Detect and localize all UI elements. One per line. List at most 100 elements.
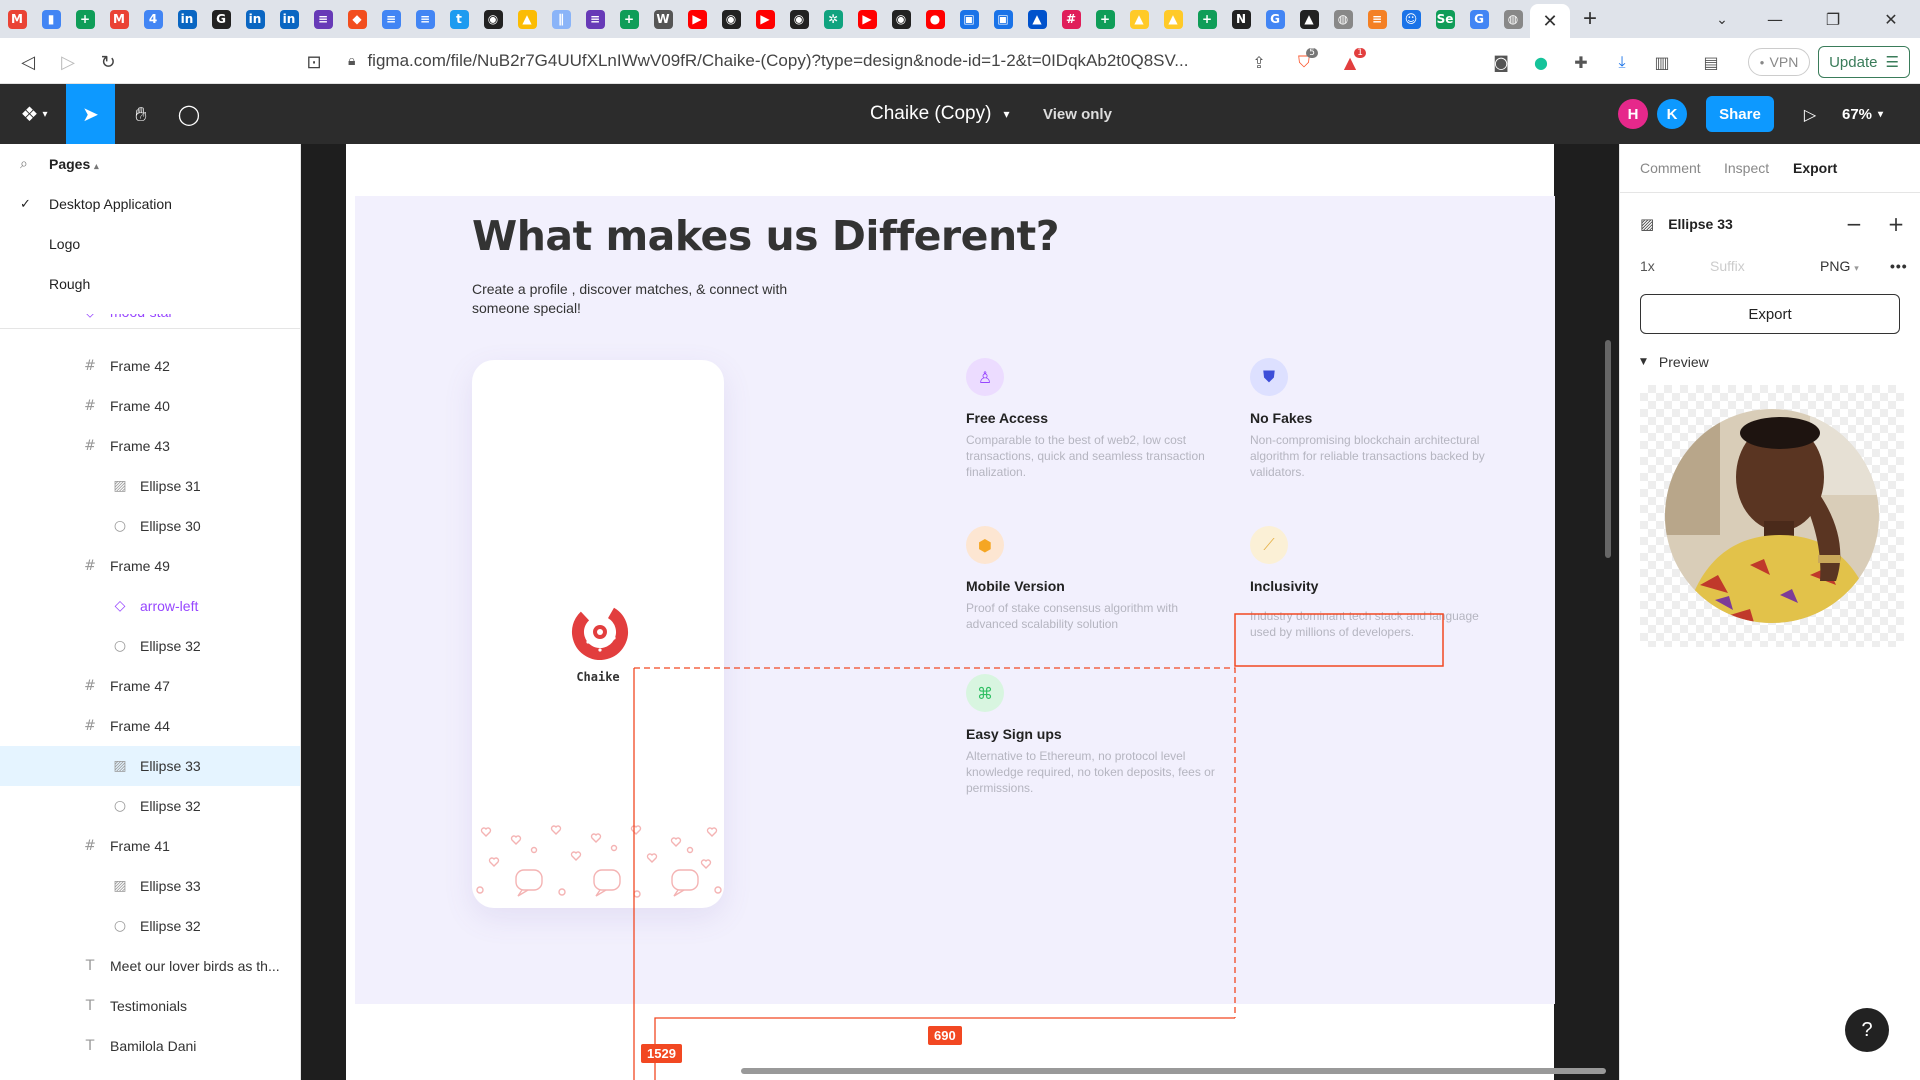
- avatar[interactable]: K: [1657, 99, 1687, 129]
- file-title[interactable]: Chaike (Copy) ▾: [870, 84, 1009, 144]
- browser-tab[interactable]: in: [170, 0, 204, 38]
- url-text[interactable]: figma.com/file/NuB2r7G4UUfXLnIWwV09fR/Ch…: [367, 51, 1247, 71]
- search-icon[interactable]: ⌕: [20, 156, 28, 172]
- layer-row[interactable]: # Frame 41: [0, 826, 300, 866]
- avatar[interactable]: H: [1618, 99, 1648, 129]
- layer-row[interactable]: ◇ arrow-left: [0, 586, 300, 626]
- layer-row[interactable]: # Frame 40: [0, 386, 300, 426]
- tab-search-dropdown[interactable]: ⌄: [1702, 0, 1742, 38]
- layer-row[interactable]: # Frame 42: [0, 346, 300, 386]
- layer-row[interactable]: ▨ Ellipse 33: [0, 746, 300, 786]
- layer-row[interactable]: ○ Ellipse 32: [0, 786, 300, 826]
- browser-tab[interactable]: ▣: [952, 0, 986, 38]
- camera-icon[interactable]: ◙: [1487, 48, 1515, 76]
- feature-card[interactable]: ⟋ Inclusivity Industry dominant tech stack…: [1250, 526, 1500, 640]
- browser-tab[interactable]: ≡: [374, 0, 408, 38]
- page-item[interactable]: Rough: [0, 264, 300, 304]
- browser-tab[interactable]: ▲: [1122, 0, 1156, 38]
- browser-tab[interactable]: ☺: [1394, 0, 1428, 38]
- browser-tab[interactable]: +: [612, 0, 646, 38]
- browser-tab[interactable]: +: [1190, 0, 1224, 38]
- layer-row[interactable]: ○ Ellipse 32: [0, 906, 300, 946]
- new-tab-button[interactable]: +: [1570, 0, 1610, 38]
- browser-tab[interactable]: t: [442, 0, 476, 38]
- browser-tab[interactable]: W: [646, 0, 680, 38]
- browser-tab[interactable]: N: [1224, 0, 1258, 38]
- grammarly-icon[interactable]: ●: [1527, 48, 1555, 76]
- browser-tab[interactable]: ▶: [748, 0, 782, 38]
- help-button[interactable]: ?: [1845, 1008, 1889, 1052]
- browser-tab[interactable]: ●: [918, 0, 952, 38]
- layer-row[interactable]: ▨ Ellipse 31: [0, 466, 300, 506]
- layer-row[interactable]: # Frame 44: [0, 706, 300, 746]
- layer-row[interactable]: T Bamilola Dani: [0, 1026, 300, 1066]
- hand-tool-icon[interactable]: ✋︎: [122, 84, 160, 144]
- move-tool-icon[interactable]: ➤: [66, 84, 115, 144]
- scale-select[interactable]: 1x: [1640, 258, 1655, 274]
- browser-tab[interactable]: 4: [136, 0, 170, 38]
- browser-tab[interactable]: G: [1258, 0, 1292, 38]
- close-window-button[interactable]: ✕: [1862, 0, 1920, 38]
- browser-tab[interactable]: ≡: [578, 0, 612, 38]
- browser-tab[interactable]: Se: [1428, 0, 1462, 38]
- more-options-icon[interactable]: •••: [1890, 258, 1908, 274]
- page-item[interactable]: ✓ Desktop Application: [0, 184, 300, 224]
- browser-tab[interactable]: ≡: [408, 0, 442, 38]
- vertical-scrollbar[interactable]: [1605, 340, 1611, 558]
- horizontal-scrollbar[interactable]: [741, 1068, 1606, 1074]
- reload-button[interactable]: ↻: [94, 48, 122, 76]
- close-tab-button[interactable]: ✕: [1530, 4, 1570, 38]
- share-page-icon[interactable]: ⇪: [1245, 48, 1273, 76]
- browser-tab[interactable]: ≡: [306, 0, 340, 38]
- feature-card[interactable]: ⌘ Easy Sign ups Alternative to Ethereum, n…: [966, 674, 1216, 796]
- browser-tab[interactable]: ◉: [884, 0, 918, 38]
- section-subheading[interactable]: Create a profile , discover matches, & c…: [472, 280, 812, 318]
- tab-export[interactable]: Export: [1793, 144, 1837, 192]
- brave-rewards-icon[interactable]: ▲ 1: [1336, 48, 1366, 76]
- browser-tab[interactable]: M: [102, 0, 136, 38]
- tab-inspect[interactable]: Inspect: [1724, 144, 1769, 192]
- browser-tab[interactable]: in: [272, 0, 306, 38]
- browser-tab[interactable]: ◍: [1496, 0, 1530, 38]
- layer-row[interactable]: # Frame 47: [0, 666, 300, 706]
- browser-tab[interactable]: ▮: [34, 0, 68, 38]
- remove-export-icon[interactable]: −: [1840, 208, 1868, 240]
- maximize-button[interactable]: ❐: [1804, 0, 1862, 38]
- feature-card[interactable]: ⛊ No Fakes Non-compromising blockchain arc…: [1250, 358, 1500, 480]
- browser-tab[interactable]: G: [204, 0, 238, 38]
- share-button[interactable]: Share: [1706, 96, 1774, 132]
- layer-row[interactable]: ○ Ellipse 32: [0, 626, 300, 666]
- wallet-icon[interactable]: ▤: [1697, 48, 1725, 76]
- forward-button[interactable]: ▷: [54, 48, 82, 76]
- add-export-icon[interactable]: +: [1882, 208, 1910, 240]
- browser-tab[interactable]: ◆: [340, 0, 374, 38]
- browser-tab[interactable]: ▶: [680, 0, 714, 38]
- update-button[interactable]: Update ☰: [1818, 46, 1910, 78]
- different-section[interactable]: What makes us Different? Create a profil…: [355, 196, 1555, 1004]
- phone-mockup[interactable]: Chaike: [472, 360, 724, 908]
- suffix-input[interactable]: Suffix: [1710, 258, 1745, 274]
- browser-tab[interactable]: ▶: [850, 0, 884, 38]
- browser-tab[interactable]: ◍: [1326, 0, 1360, 38]
- export-button[interactable]: Export: [1640, 294, 1900, 334]
- browser-tab[interactable]: ≡: [1360, 0, 1394, 38]
- download-icon[interactable]: ⤓: [1608, 48, 1636, 76]
- browser-tab[interactable]: in: [238, 0, 272, 38]
- layer-row[interactable]: T Meet our lover birds as th...: [0, 946, 300, 986]
- extensions-icon[interactable]: ✚: [1567, 48, 1595, 76]
- browser-tab[interactable]: ▲: [510, 0, 544, 38]
- layer-row[interactable]: # Frame 49: [0, 546, 300, 586]
- address-bar[interactable]: 🔒︎ figma.com/file/NuB2r7G4UUfXLnIWwV09fR…: [348, 44, 1348, 78]
- browser-tab[interactable]: M: [0, 0, 34, 38]
- browser-tab[interactable]: ▲: [1156, 0, 1190, 38]
- layer-row[interactable]: # Frame 43: [0, 426, 300, 466]
- browser-tab[interactable]: ▲: [1020, 0, 1054, 38]
- vpn-button[interactable]: ● VPN: [1748, 48, 1810, 76]
- layer-row[interactable]: ▨ Ellipse 33: [0, 866, 300, 906]
- pages-header[interactable]: ⌕ Pages ▴: [0, 144, 300, 184]
- feature-card[interactable]: ⬢ Mobile Version Proof of stake consensus …: [966, 526, 1216, 632]
- preview-toggle[interactable]: ▼ Preview: [1640, 350, 1709, 374]
- browser-tab[interactable]: ∥: [544, 0, 578, 38]
- zoom-dropdown[interactable]: 67% ▾: [1842, 84, 1883, 144]
- minimize-button[interactable]: —: [1746, 0, 1804, 38]
